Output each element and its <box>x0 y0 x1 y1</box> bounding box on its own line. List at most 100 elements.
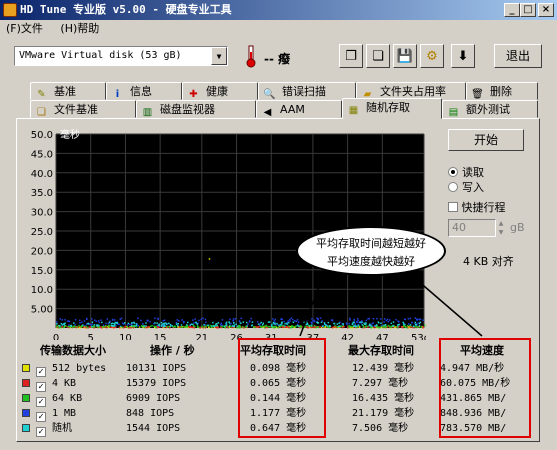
download-button[interactable]: ⬇ <box>451 44 475 68</box>
data-point <box>126 325 128 328</box>
quick-stroke-spinner[interactable]: ▲ ▼ <box>496 219 506 237</box>
data-point <box>273 319 275 322</box>
read-radio[interactable]: 读取 <box>448 164 484 180</box>
tab-extra-tests[interactable]: ▤ 额外测试 <box>442 100 538 118</box>
menu-help[interactable]: (H)帮助 <box>60 22 99 35</box>
minimize-button[interactable]: _ <box>504 3 520 17</box>
data-point <box>110 326 113 329</box>
data-point <box>233 322 235 324</box>
data-point <box>189 324 191 326</box>
tab-aam[interactable]: ◀ AAM <box>256 100 342 118</box>
tab-error-scan[interactable]: 🔍 错误扫描 <box>258 82 356 100</box>
tab-disk-monitor[interactable]: ▥ 磁盘监视器 <box>136 100 256 118</box>
data-point <box>183 320 185 323</box>
data-point <box>111 322 114 325</box>
tab-health[interactable]: ✚ 健康 <box>182 82 258 100</box>
disk-select[interactable]: VMware Virtual disk (53 gB) ▼ <box>14 46 228 66</box>
options-button[interactable]: ⚙ <box>420 44 444 68</box>
data-point <box>168 322 170 325</box>
callout-line-1: 平均存取时间越短越好 <box>316 237 426 250</box>
tab-info[interactable]: i 信息 <box>106 82 182 100</box>
data-point <box>82 324 84 326</box>
exit-button[interactable]: 退出 <box>494 44 542 68</box>
data-point <box>186 324 188 326</box>
copy-info-button[interactable]: ❏ <box>366 44 390 68</box>
data-point <box>119 318 122 320</box>
data-point <box>190 323 193 325</box>
avg-access-highlight <box>238 338 326 438</box>
random-access-icon: ▦ <box>348 105 359 116</box>
data-point <box>225 323 228 325</box>
column-header[interactable]: 最大存取时间 <box>348 343 414 358</box>
start-button[interactable]: 开始 <box>448 129 524 151</box>
series-checkbox[interactable]: ✓ <box>36 423 46 438</box>
data-point <box>174 326 177 328</box>
close-button[interactable]: × <box>538 3 554 17</box>
data-point <box>135 323 138 325</box>
column-header[interactable]: 传输数据大小 <box>40 343 106 358</box>
data-point <box>245 321 248 324</box>
data-point <box>279 323 282 326</box>
x-tick-label: 21 <box>195 333 208 340</box>
data-point <box>283 320 285 323</box>
data-point <box>70 324 72 327</box>
write-radio[interactable]: 写入 <box>448 179 484 195</box>
data-point <box>87 323 90 325</box>
data-point <box>236 326 238 329</box>
data-point <box>176 319 178 321</box>
data-point <box>79 322 81 324</box>
data-point <box>114 319 116 321</box>
quick-stroke-checkbox[interactable]: 快捷行程 <box>448 199 506 215</box>
data-point <box>162 322 164 325</box>
data-point <box>162 319 165 322</box>
maximize-button[interactable]: □ <box>520 3 536 17</box>
copy-button[interactable]: ❐ <box>339 44 363 68</box>
callout-pointers <box>299 273 483 337</box>
cell-size: 随机 <box>52 423 72 434</box>
save-button[interactable]: 💾 <box>393 44 417 68</box>
data-point <box>110 325 113 327</box>
data-point <box>246 325 248 327</box>
chevron-down-icon[interactable]: ▼ <box>211 47 227 65</box>
data-point <box>147 319 149 322</box>
data-point <box>256 321 259 323</box>
data-point <box>155 326 157 329</box>
data-point <box>169 325 172 327</box>
y-tick-label: 5.00 <box>31 305 53 316</box>
tab-erase[interactable]: 🗑 删除 <box>466 82 538 100</box>
y-axis-label: 毫秒 <box>60 128 80 141</box>
data-point <box>212 325 215 327</box>
data-point <box>273 326 275 329</box>
data-point <box>286 322 288 325</box>
data-point <box>263 326 266 329</box>
data-point <box>147 326 150 328</box>
cell-max: 7.297 毫秒 <box>352 378 409 389</box>
data-point <box>93 319 96 321</box>
data-point <box>126 324 129 326</box>
data-point <box>56 321 58 323</box>
data-point <box>101 321 103 324</box>
data-point <box>188 326 191 328</box>
data-point <box>164 322 166 324</box>
data-point <box>216 324 218 327</box>
data-point <box>177 322 179 325</box>
data-point <box>163 319 166 321</box>
data-point <box>108 321 111 324</box>
data-point <box>140 319 142 322</box>
data-point <box>131 322 133 324</box>
data-point <box>211 325 213 327</box>
disk-select-value: VMware Virtual disk (53 gB) <box>19 50 182 61</box>
column-header[interactable]: 操作 / 秒 <box>150 343 195 358</box>
data-point <box>260 321 263 324</box>
menu-file[interactable]: (F)文件 <box>6 22 43 35</box>
quick-stroke-input[interactable]: 40 <box>448 219 496 237</box>
data-point <box>228 321 230 323</box>
data-point <box>257 325 260 328</box>
tab-benchmark[interactable]: ✎ 基准 <box>30 82 106 100</box>
data-point <box>230 322 232 325</box>
wrench-icon: ⚙ <box>426 48 438 64</box>
tab-random-access[interactable]: ▦ 随机存取 <box>342 98 442 119</box>
tab-file-benchmark[interactable]: ❏ 文件基准 <box>30 100 136 118</box>
data-point <box>238 320 241 322</box>
series-color-swatch <box>22 364 30 372</box>
